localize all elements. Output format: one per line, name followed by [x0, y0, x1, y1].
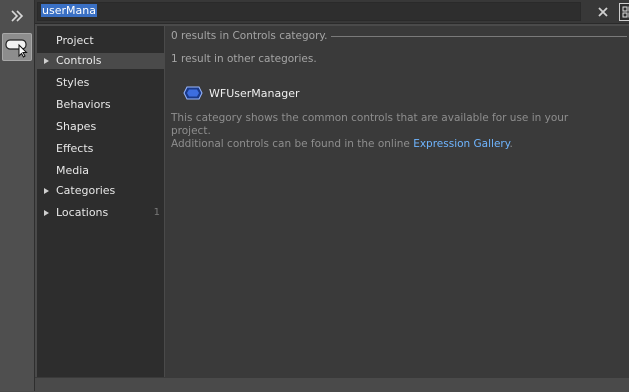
bottom-strip: [35, 377, 629, 392]
search-bar: userMana: [35, 0, 629, 24]
category-count: 1: [153, 207, 160, 218]
expand-arrow-icon[interactable]: [44, 58, 49, 64]
expression-gallery-link[interactable]: Expression Gallery: [413, 138, 509, 150]
category-item-categories[interactable]: Categories: [37, 183, 164, 199]
category-label: Styles: [56, 76, 90, 89]
category-description: This category shows the common controls …: [171, 112, 611, 151]
result-item-label: WFUserManager: [209, 86, 300, 100]
category-label: Shapes: [56, 120, 97, 133]
category-item-styles[interactable]: Styles: [37, 73, 164, 93]
header-divider: [331, 36, 627, 37]
category-label: Project: [56, 34, 94, 47]
description-suffix: .: [509, 138, 513, 150]
close-icon: [598, 7, 608, 17]
category-item-locations[interactable]: Locations 1: [37, 203, 164, 223]
results-pane: 0 results in Controls category. 1 result…: [165, 26, 629, 377]
expand-panel-button[interactable]: [2, 2, 32, 30]
clear-search-button[interactable]: [594, 3, 612, 21]
grid-view-icon: [622, 6, 629, 18]
category-label: Behaviors: [56, 98, 111, 111]
category-label: Controls: [56, 54, 102, 67]
result-item-wfusermanager[interactable]: WFUserManager: [183, 84, 300, 102]
double-chevron-right-icon: [11, 10, 24, 22]
secondary-results-text: 1 result in other categories.: [171, 54, 317, 65]
category-item-shapes[interactable]: Shapes: [37, 117, 164, 137]
category-label: Locations: [56, 206, 109, 219]
category-item-media[interactable]: Media: [37, 161, 164, 181]
grid-view-button[interactable]: [619, 3, 629, 21]
search-input[interactable]: userMana: [37, 2, 581, 21]
category-item-project[interactable]: Project: [37, 31, 164, 51]
search-input-text: userMana: [41, 4, 97, 17]
secondary-results-header: 1 result in other categories.: [171, 54, 317, 66]
description-line-1: This category shows the common controls …: [171, 112, 569, 137]
category-item-controls[interactable]: Controls: [37, 53, 164, 69]
category-item-behaviors[interactable]: Behaviors: [37, 95, 164, 115]
description-line-2: Additional controls can be found in the …: [171, 138, 611, 151]
category-label: Effects: [56, 142, 94, 155]
expand-arrow-icon[interactable]: [44, 210, 49, 216]
category-label: Media: [56, 164, 90, 177]
assets-tool-button[interactable]: [2, 33, 32, 61]
category-item-effects[interactable]: Effects: [37, 139, 164, 159]
description-prefix: Additional controls can be found in the …: [171, 138, 414, 150]
expand-arrow-icon[interactable]: [44, 188, 49, 194]
control-component-icon: [183, 86, 203, 100]
primary-results-text: 0 results in Controls category.: [171, 30, 328, 42]
assets-tool-icon: [5, 39, 28, 58]
primary-results-header: 0 results in Controls category.: [171, 28, 627, 44]
category-list: Project Controls Styles Behaviors Shapes…: [37, 26, 164, 377]
tool-strip: [0, 0, 35, 391]
category-label: Categories: [56, 184, 116, 197]
